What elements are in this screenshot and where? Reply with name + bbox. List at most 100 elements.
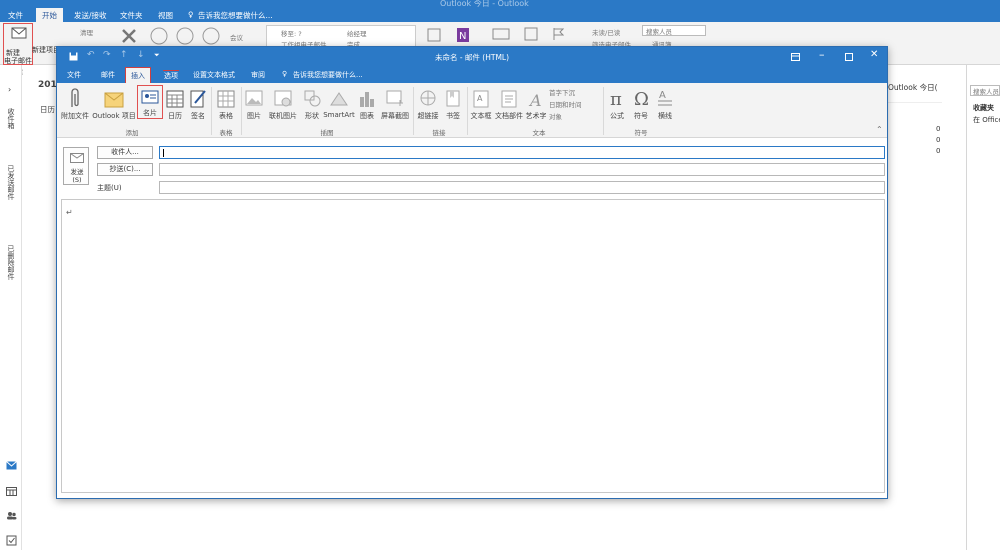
send-button[interactable]: 发送(S) <box>63 147 89 185</box>
reply-all-icon[interactable] <box>176 27 194 45</box>
tab-view[interactable]: 视图 <box>158 10 173 21</box>
text-cursor <box>163 149 164 157</box>
right-search-input[interactable]: 搜索人员 <box>970 85 1000 96</box>
people-nav-icon[interactable] <box>6 511 17 522</box>
attach-file-label: 附加文件 <box>61 112 89 120</box>
online-pictures-label: 联机图片 <box>269 112 297 120</box>
compose-window: ↶ ↷ ↑ ↓ ⏷ 未命名 - 邮件 (HTML) – ✕ 文件 邮件 插入 选… <box>56 46 888 499</box>
symbol-button[interactable]: Ω 符号 <box>631 87 651 121</box>
wordart-button[interactable]: A 艺术字 <box>525 87 547 121</box>
move-icon[interactable] <box>426 27 442 43</box>
calendar-label: 日历 <box>168 112 182 120</box>
business-card-button[interactable]: 名片 <box>137 85 163 119</box>
chart-button[interactable]: 图表 <box>357 87 377 121</box>
delete-icon[interactable] <box>120 27 138 45</box>
hyperlink-label: 超链接 <box>417 112 439 120</box>
smartart-button[interactable]: SmartArt <box>323 87 355 119</box>
signature-button[interactable]: 签名 <box>187 87 209 121</box>
tasks-nav-icon[interactable] <box>6 535 17 546</box>
picture-button[interactable]: 图片 <box>243 87 265 121</box>
paragraph-mark: ↵ <box>66 208 73 217</box>
folder-count-3: 0 <box>936 147 941 155</box>
object-button[interactable]: 对象 <box>549 111 562 121</box>
online-pictures-button[interactable]: 联机图片 <box>267 87 299 121</box>
quick-step-move[interactable]: 移至: ? <box>281 28 302 38</box>
horizontal-line-button[interactable]: A 横线 <box>655 87 675 121</box>
message-body[interactable]: ↵ <box>61 199 885 493</box>
tab-format-text[interactable]: 设置文本格式 <box>193 70 235 83</box>
subject-input[interactable] <box>159 181 885 194</box>
outlook-item-button[interactable]: Outlook 项目 <box>91 87 137 121</box>
tab-home[interactable]: 开始 <box>36 8 63 22</box>
divider <box>467 87 468 135</box>
calendar-button[interactable]: 日历 <box>164 87 186 121</box>
nav-folder-deleted[interactable]: 已删除邮件 <box>6 245 16 280</box>
search-people-input[interactable]: 搜索人员 <box>642 25 706 36</box>
table-button[interactable]: 表格 <box>215 87 237 121</box>
forward-icon[interactable] <box>202 27 220 45</box>
new-email-button[interactable]: 新建 电子邮件 <box>3 23 33 65</box>
mail-nav-icon[interactable] <box>6 461 17 472</box>
unread-read-button[interactable]: 未读/已读 <box>592 27 620 37</box>
tab-send-receive[interactable]: 发送/接收 <box>74 10 107 21</box>
nav-folder-sent[interactable]: 已发送邮件 <box>6 165 16 200</box>
insert-ribbon: 附加文件 Outlook 项目 名片 日历 签名 添加 表格 表格 图片 联机图… <box>57 83 887 138</box>
divider <box>241 87 242 135</box>
horizontal-line-label: 横线 <box>658 112 672 120</box>
date-time-button[interactable]: 日期和时间 <box>549 99 582 109</box>
tell-me-box[interactable]: 告诉我您想要做什么... <box>293 70 363 83</box>
minimize-icon[interactable]: – <box>819 48 825 61</box>
tab-insert[interactable]: 插入 <box>125 67 151 83</box>
textbox-button[interactable]: A 文本框 <box>469 87 493 121</box>
cc-input[interactable] <box>159 163 885 176</box>
textbox-label: 文本框 <box>470 112 492 120</box>
tab-file[interactable]: 文件 <box>67 70 81 83</box>
quick-parts-button[interactable]: 文档部件 <box>494 87 524 121</box>
quick-step-manager[interactable]: 给经理 <box>347 28 367 38</box>
onenote-icon[interactable]: N <box>456 27 470 43</box>
tab-options[interactable]: 选项 <box>163 70 179 82</box>
screenshot-icon <box>386 90 403 106</box>
cc-button[interactable]: 抄送(C)... <box>97 163 153 176</box>
screenshot-button[interactable]: 屏幕截图 <box>379 87 411 121</box>
to-label: 收件人... <box>111 148 139 156</box>
equation-button[interactable]: π 公式 <box>607 87 627 121</box>
favorites-heading: 收藏夹 <box>973 104 994 112</box>
collapse-ribbon-icon[interactable]: ⌃ <box>876 125 883 134</box>
maximize-icon[interactable] <box>845 53 853 61</box>
business-card-label: 名片 <box>143 109 157 117</box>
tab-file[interactable]: 文件 <box>8 10 23 21</box>
ignore-button[interactable]: 清理 <box>80 27 93 37</box>
tab-message[interactable]: 邮件 <box>101 70 115 83</box>
calendar-nav-icon[interactable] <box>6 487 17 498</box>
hyperlink-button[interactable]: 超链接 <box>415 87 441 121</box>
to-button[interactable]: 收件人... <box>97 146 153 159</box>
categorize-icon[interactable] <box>524 27 538 41</box>
expand-pane-chevron-icon[interactable]: › <box>8 85 11 94</box>
close-icon[interactable]: ✕ <box>870 49 878 60</box>
reply-icon[interactable] <box>150 27 168 45</box>
shapes-icon <box>304 90 321 107</box>
ribbon-display-icon[interactable] <box>791 53 800 61</box>
shapes-button[interactable]: 形状 <box>301 87 323 121</box>
tell-me-box[interactable]: 告诉我您想要做什么... <box>198 10 273 21</box>
meeting-button[interactable]: 会议 <box>230 32 243 42</box>
unread-icon[interactable] <box>492 27 510 41</box>
right-search-placeholder: 搜索人员 <box>973 88 999 96</box>
quick-parts-icon <box>501 90 517 108</box>
drop-cap-button[interactable]: 首字下沉 <box>549 87 575 97</box>
svg-text:π: π <box>610 89 622 109</box>
bookmark-icon <box>446 90 460 107</box>
to-input[interactable] <box>159 146 885 159</box>
tab-folder[interactable]: 文件夹 <box>120 10 143 21</box>
followup-flag-icon[interactable] <box>552 27 564 41</box>
business-card-icon <box>141 90 159 104</box>
attach-file-button[interactable]: 附加文件 <box>59 87 91 121</box>
tab-review[interactable]: 审阅 <box>251 70 265 83</box>
smartart-label: SmartArt <box>323 111 355 119</box>
bookmark-button[interactable]: 书签 <box>443 87 463 121</box>
date-time-label: 日期和时间 <box>549 101 582 109</box>
search-people-placeholder: 搜索人员 <box>646 28 672 36</box>
nav-folder-inbox[interactable]: 收件箱 <box>6 108 16 129</box>
globe-link-icon <box>420 90 436 106</box>
